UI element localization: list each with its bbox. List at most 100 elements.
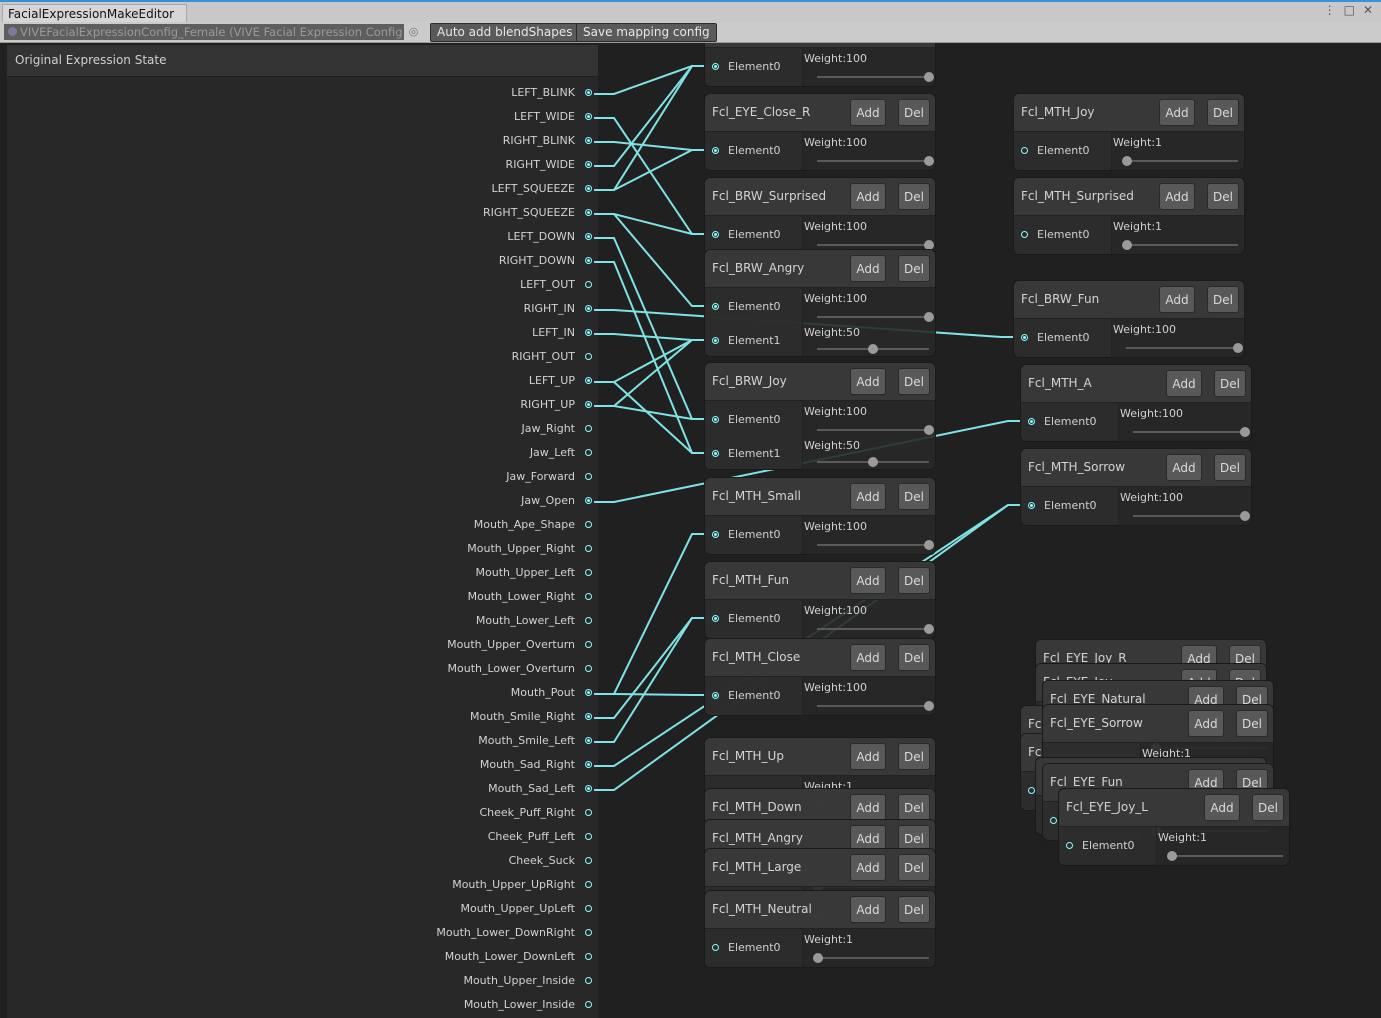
weight-slider[interactable] <box>817 240 934 250</box>
add-element-button[interactable]: Add <box>850 483 886 510</box>
add-element-button[interactable]: Add <box>850 896 886 923</box>
delete-node-button[interactable]: Del <box>898 99 930 126</box>
expression-node[interactable]: Fcl_MTH_A Add Del Element0 Weight:100 <box>1020 364 1252 442</box>
config-object-field[interactable]: VIVEFacialExpressionConfig_Female (VIVE … <box>4 24 404 40</box>
node-graph[interactable]: Add Del Element0 Weight:100 Fcl_EYE_Close_R A… <box>598 43 1381 1018</box>
more-icon[interactable]: ⋮ <box>1324 3 1336 17</box>
delete-node-button[interactable]: Del <box>898 368 930 395</box>
output-port-icon[interactable] <box>585 857 592 864</box>
output-port-icon[interactable] <box>585 545 592 552</box>
add-element-button[interactable]: Add <box>850 255 886 282</box>
output-port-icon[interactable] <box>585 689 592 696</box>
output-port-icon[interactable] <box>585 929 592 936</box>
weight-slider[interactable] <box>1133 511 1250 521</box>
output-port-icon[interactable] <box>585 281 592 288</box>
node-header[interactable]: Fcl_MTH_A Add Del <box>1021 365 1251 403</box>
slider-thumb[interactable] <box>1240 511 1250 521</box>
input-port-icon[interactable] <box>712 63 719 70</box>
output-port-icon[interactable] <box>585 785 592 792</box>
output-port-icon[interactable] <box>585 1001 592 1008</box>
slider-thumb[interactable] <box>1122 240 1133 250</box>
weight-slider[interactable] <box>817 425 934 435</box>
node-header[interactable]: Fcl_MTH_Joy Add Del <box>1014 94 1244 132</box>
node-header[interactable]: Fcl_BRW_Angry Add Del <box>705 250 935 288</box>
delete-node-button[interactable]: Del <box>1207 99 1239 126</box>
expression-node[interactable]: Fcl_EYE_Joy_L Add Del Element0 Weight:1 <box>1058 788 1290 866</box>
expression-node[interactable]: Fcl_EYE_Close_R Add Del Element0 Weight:100 <box>704 93 936 171</box>
add-element-button[interactable]: Add <box>1188 710 1224 737</box>
expression-node[interactable]: Fcl_MTH_Surprised Add Del Element0 Weight:1 <box>1013 177 1245 255</box>
add-element-button[interactable]: Add <box>1166 370 1202 397</box>
output-port-icon[interactable] <box>585 977 592 984</box>
output-port-icon[interactable] <box>585 449 592 456</box>
output-port-icon[interactable] <box>585 473 592 480</box>
add-element-button[interactable]: Add <box>850 368 886 395</box>
node-header[interactable]: Fcl_MTH_Close Add Del <box>705 639 935 677</box>
node-header[interactable]: Fcl_MTH_Up Add Del <box>705 738 935 776</box>
node-header[interactable]: Fcl_BRW_Joy Add Del <box>705 363 935 401</box>
weight-slider[interactable] <box>817 156 934 166</box>
add-element-button[interactable]: Add <box>850 644 886 671</box>
delete-node-button[interactable]: Del <box>898 183 930 210</box>
expression-node[interactable]: Fcl_MTH_Joy Add Del Element0 Weight:1 <box>1013 93 1245 171</box>
close-icon[interactable]: ✕ <box>1363 3 1373 17</box>
output-port-icon[interactable] <box>585 905 592 912</box>
add-element-button[interactable]: Add <box>850 183 886 210</box>
node-header[interactable]: Fcl_BRW_Fun Add Del <box>1014 281 1244 319</box>
add-element-button[interactable]: Add <box>1159 99 1195 126</box>
output-port-icon[interactable] <box>585 233 592 240</box>
output-port-icon[interactable] <box>585 113 592 120</box>
expression-node[interactable]: Fcl_MTH_Sorrow Add Del Element0 Weight:100 <box>1020 448 1252 526</box>
output-port-icon[interactable] <box>585 761 592 768</box>
expression-node[interactable]: Fcl_MTH_Close Add Del Element0 Weight:100 <box>704 638 936 716</box>
slider-thumb[interactable] <box>924 624 934 634</box>
output-port-icon[interactable] <box>585 185 592 192</box>
node-header[interactable]: Fcl_MTH_Large Add Del <box>705 849 935 887</box>
expression-node[interactable]: Fcl_MTH_Small Add Del Element0 Weight:100 <box>704 477 936 555</box>
weight-slider[interactable] <box>817 701 934 711</box>
slider-thumb[interactable] <box>813 953 824 963</box>
delete-node-button[interactable]: Del <box>1236 710 1268 737</box>
slider-thumb[interactable] <box>924 312 934 322</box>
auto-add-blendshapes-button[interactable]: Auto add blendShapes <box>430 23 580 42</box>
expression-node[interactable]: Fcl_BRW_Joy Add Del Element0 Weight:100 Eleme… <box>704 362 936 470</box>
input-port-icon[interactable] <box>712 416 719 423</box>
input-port-icon[interactable] <box>1028 787 1035 794</box>
add-element-button[interactable]: Add <box>1166 454 1202 481</box>
weight-slider[interactable] <box>817 624 934 634</box>
node-header[interactable]: Fcl_EYE_Close_R Add Del <box>705 94 935 132</box>
object-picker-icon[interactable]: ◎ <box>406 24 421 40</box>
node-header[interactable]: Fcl_EYE_Sorrow Add Del <box>1043 705 1273 743</box>
delete-node-button[interactable]: Del <box>898 255 930 282</box>
add-element-button[interactable]: Add <box>850 794 886 821</box>
input-port-icon[interactable] <box>712 450 719 457</box>
weight-slider[interactable] <box>817 344 929 354</box>
node-header[interactable]: Fcl_MTH_Small Add Del <box>705 478 935 516</box>
output-port-icon[interactable] <box>585 713 592 720</box>
output-port-icon[interactable] <box>585 593 592 600</box>
delete-node-button[interactable]: Del <box>898 794 930 821</box>
slider-thumb[interactable] <box>924 540 934 550</box>
maximize-icon[interactable]: □ <box>1344 3 1355 17</box>
delete-node-button[interactable]: Del <box>1252 794 1284 821</box>
weight-slider[interactable] <box>1133 427 1250 437</box>
slider-thumb[interactable] <box>924 701 934 711</box>
slider-thumb[interactable] <box>1122 156 1133 166</box>
input-port-icon[interactable] <box>712 531 719 538</box>
input-port-icon[interactable] <box>712 337 719 344</box>
output-port-icon[interactable] <box>585 137 592 144</box>
node-header[interactable]: Fcl_MTH_Sorrow Add Del <box>1021 449 1251 487</box>
delete-node-button[interactable]: Del <box>898 644 930 671</box>
output-port-icon[interactable] <box>585 425 592 432</box>
delete-node-button[interactable]: Del <box>1214 370 1246 397</box>
output-port-icon[interactable] <box>585 521 592 528</box>
output-port-icon[interactable] <box>585 329 592 336</box>
expression-node[interactable]: AddDelElement0Weight:100 <box>704 43 936 87</box>
slider-thumb[interactable] <box>924 72 934 82</box>
node-header[interactable]: Fcl_MTH_Neutral Add Del <box>705 891 935 929</box>
input-port-icon[interactable] <box>1021 334 1028 341</box>
slider-thumb[interactable] <box>1233 343 1243 353</box>
input-port-icon[interactable] <box>712 147 719 154</box>
add-element-button[interactable]: Add <box>850 99 886 126</box>
weight-slider[interactable] <box>817 312 934 322</box>
